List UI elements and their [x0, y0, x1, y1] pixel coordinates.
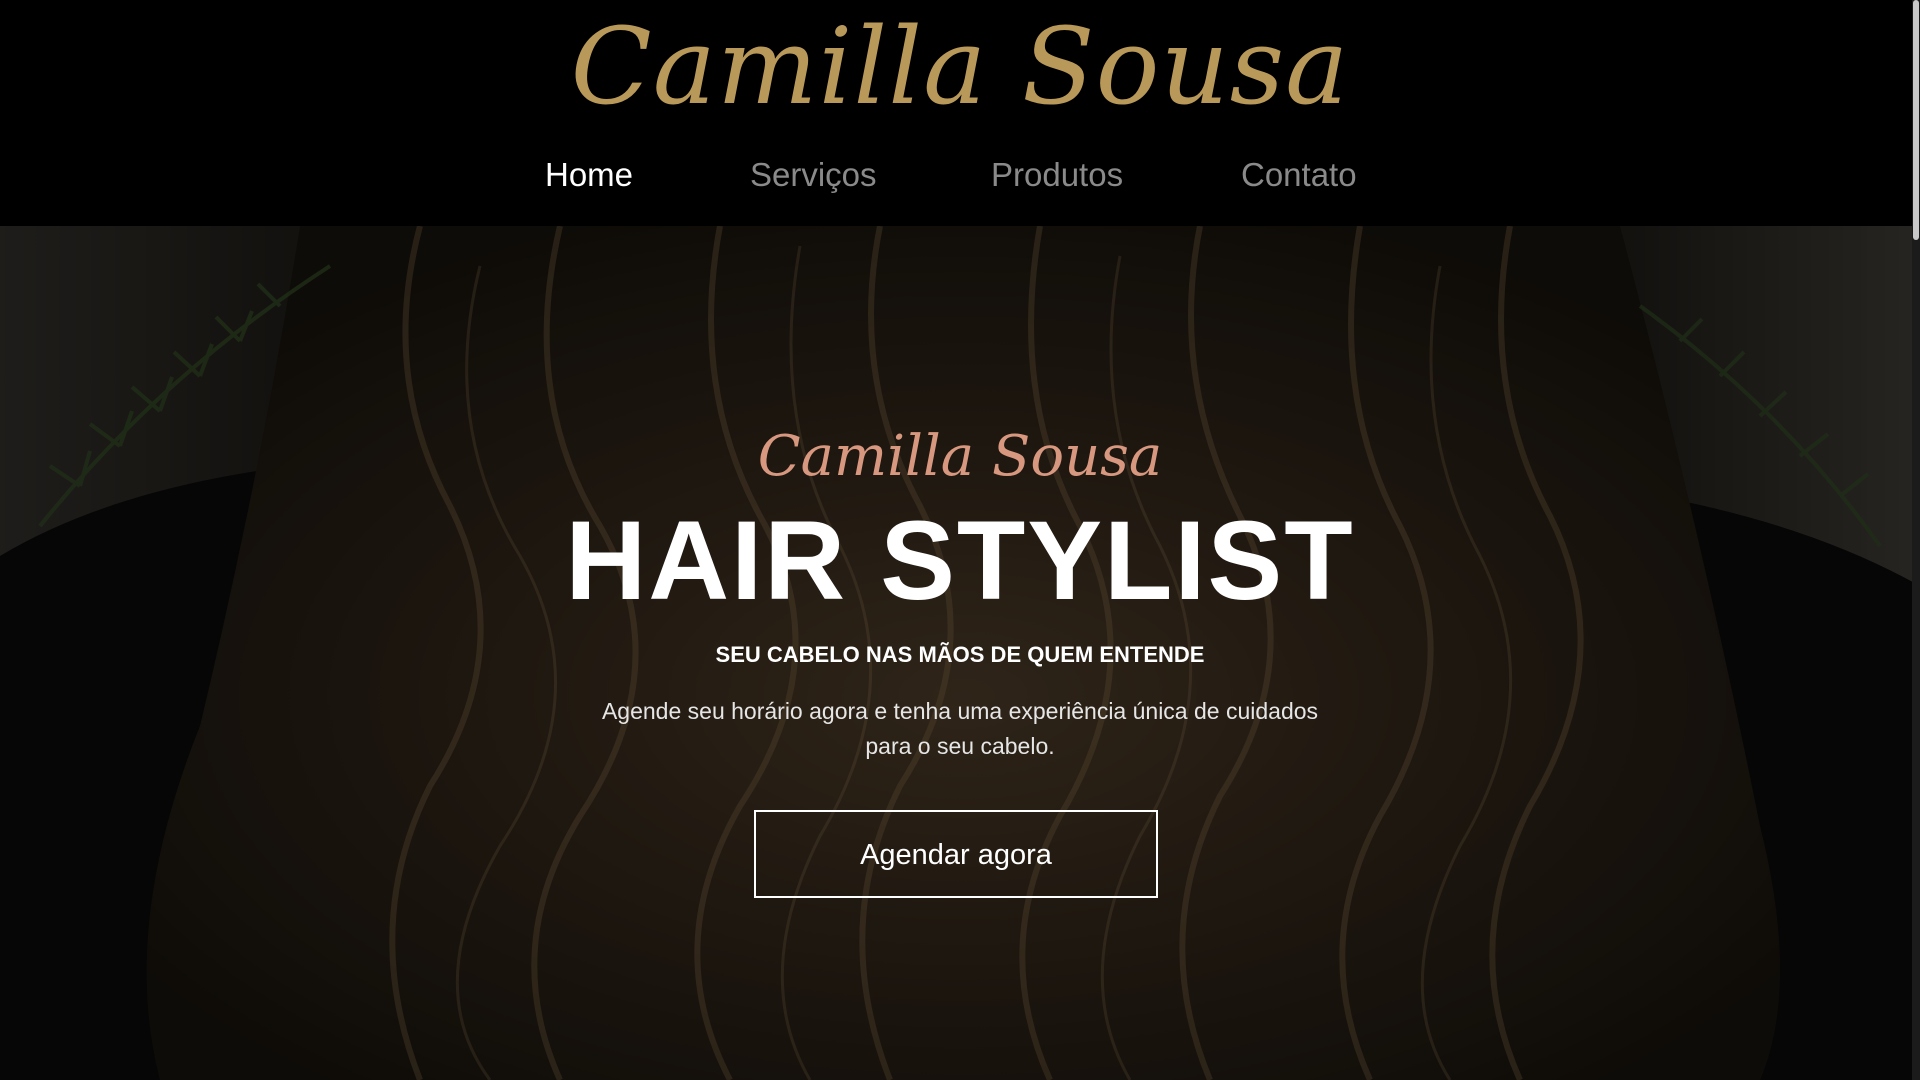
hero-title: HAIR STYLIST [565, 498, 1355, 623]
schedule-now-button[interactable]: Agendar agora [754, 810, 1158, 898]
hero-description: Agende seu horário agora e tenha uma exp… [601, 698, 1319, 759]
hero-content: Camilla Sousa HAIR STYLIST SEU CABELO NA… [0, 226, 1920, 1080]
page-scrollbar[interactable] [1912, 0, 1920, 1080]
hero-tagline: SEU CABELO NAS MÃOS DE QUEM ENTENDE [715, 642, 1205, 667]
nav-link-home[interactable]: Home [545, 150, 633, 200]
site-header: Camilla Sousa Home Serviços Produtos Con… [0, 0, 1920, 226]
scrollbar-thumb[interactable] [1913, 0, 1919, 240]
hero-section: Camilla Sousa HAIR STYLIST SEU CABELO NA… [0, 226, 1920, 1080]
hero-script-name: Camilla Sousa [757, 424, 1163, 489]
nav-link-contato[interactable]: Contato [1241, 150, 1357, 200]
brand-logo[interactable]: Camilla Sousa [0, 2, 1920, 132]
main-nav: Home Serviços Produtos Contato [0, 150, 1920, 200]
nav-link-servicos[interactable]: Serviços [750, 150, 877, 200]
nav-link-produtos[interactable]: Produtos [991, 150, 1123, 200]
page: Camilla Sousa Home Serviços Produtos Con… [0, 0, 1920, 1080]
